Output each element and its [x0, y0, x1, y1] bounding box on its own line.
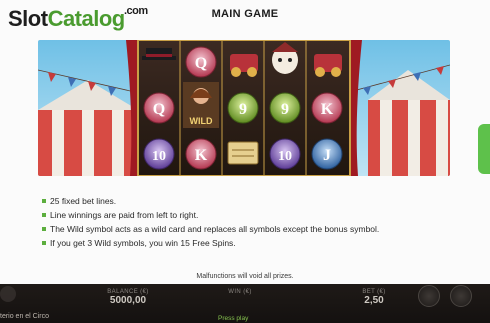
win-display: WIN (€) [222, 289, 258, 295]
bet-value: 2,50 [364, 295, 384, 306]
rules-list: 25 fixed bet lines. Line winnings are pa… [42, 194, 462, 250]
bullet-icon [42, 213, 46, 217]
press-play-hint: Press play [218, 315, 249, 322]
svg-text:WILD: WILD [190, 116, 213, 126]
win-label: WIN (€) [228, 289, 252, 295]
svg-text:10: 10 [152, 149, 166, 164]
balance-value: 5000,00 [109, 295, 147, 306]
svg-text:9: 9 [281, 101, 289, 118]
spin-button[interactable] [450, 285, 472, 307]
svg-text:9: 9 [239, 101, 247, 118]
svg-text:J: J [323, 147, 331, 164]
page-title: MAIN GAME [211, 8, 279, 20]
help-panel: SlotCatalog .com MAIN GAME Q Q WILD 9 9 … [0, 0, 490, 284]
reels-illustration: Q Q WILD 9 9 K 10 K 10 J [38, 40, 450, 176]
bullet-icon [42, 199, 46, 203]
bullet-icon [42, 227, 46, 231]
bet-display: BET (€) 2,50 [352, 289, 396, 306]
settings-icon[interactable] [0, 286, 16, 302]
balance-display: BALANCE (€) 5000,00 [100, 289, 156, 306]
svg-text:K: K [321, 101, 334, 118]
malfunction-notice: Malfunctions will void all prizes. [196, 273, 294, 280]
game-title: terio en el Circo [0, 313, 50, 320]
rule-item: The Wild symbol acts as a wild card and … [42, 222, 462, 236]
rule-item: 25 fixed bet lines. [42, 194, 462, 208]
svg-text:Q: Q [153, 101, 165, 118]
side-menu-tab[interactable] [478, 124, 490, 174]
svg-text:K: K [195, 147, 208, 164]
svg-text:Q: Q [195, 55, 207, 72]
rule-item: Line winnings are paid from left to righ… [42, 208, 462, 222]
bullet-icon [42, 241, 46, 245]
autoplay-button[interactable] [418, 285, 440, 307]
rule-item: If you get 3 Wild symbols, you win 15 Fr… [42, 236, 462, 250]
svg-text:10: 10 [278, 149, 292, 164]
